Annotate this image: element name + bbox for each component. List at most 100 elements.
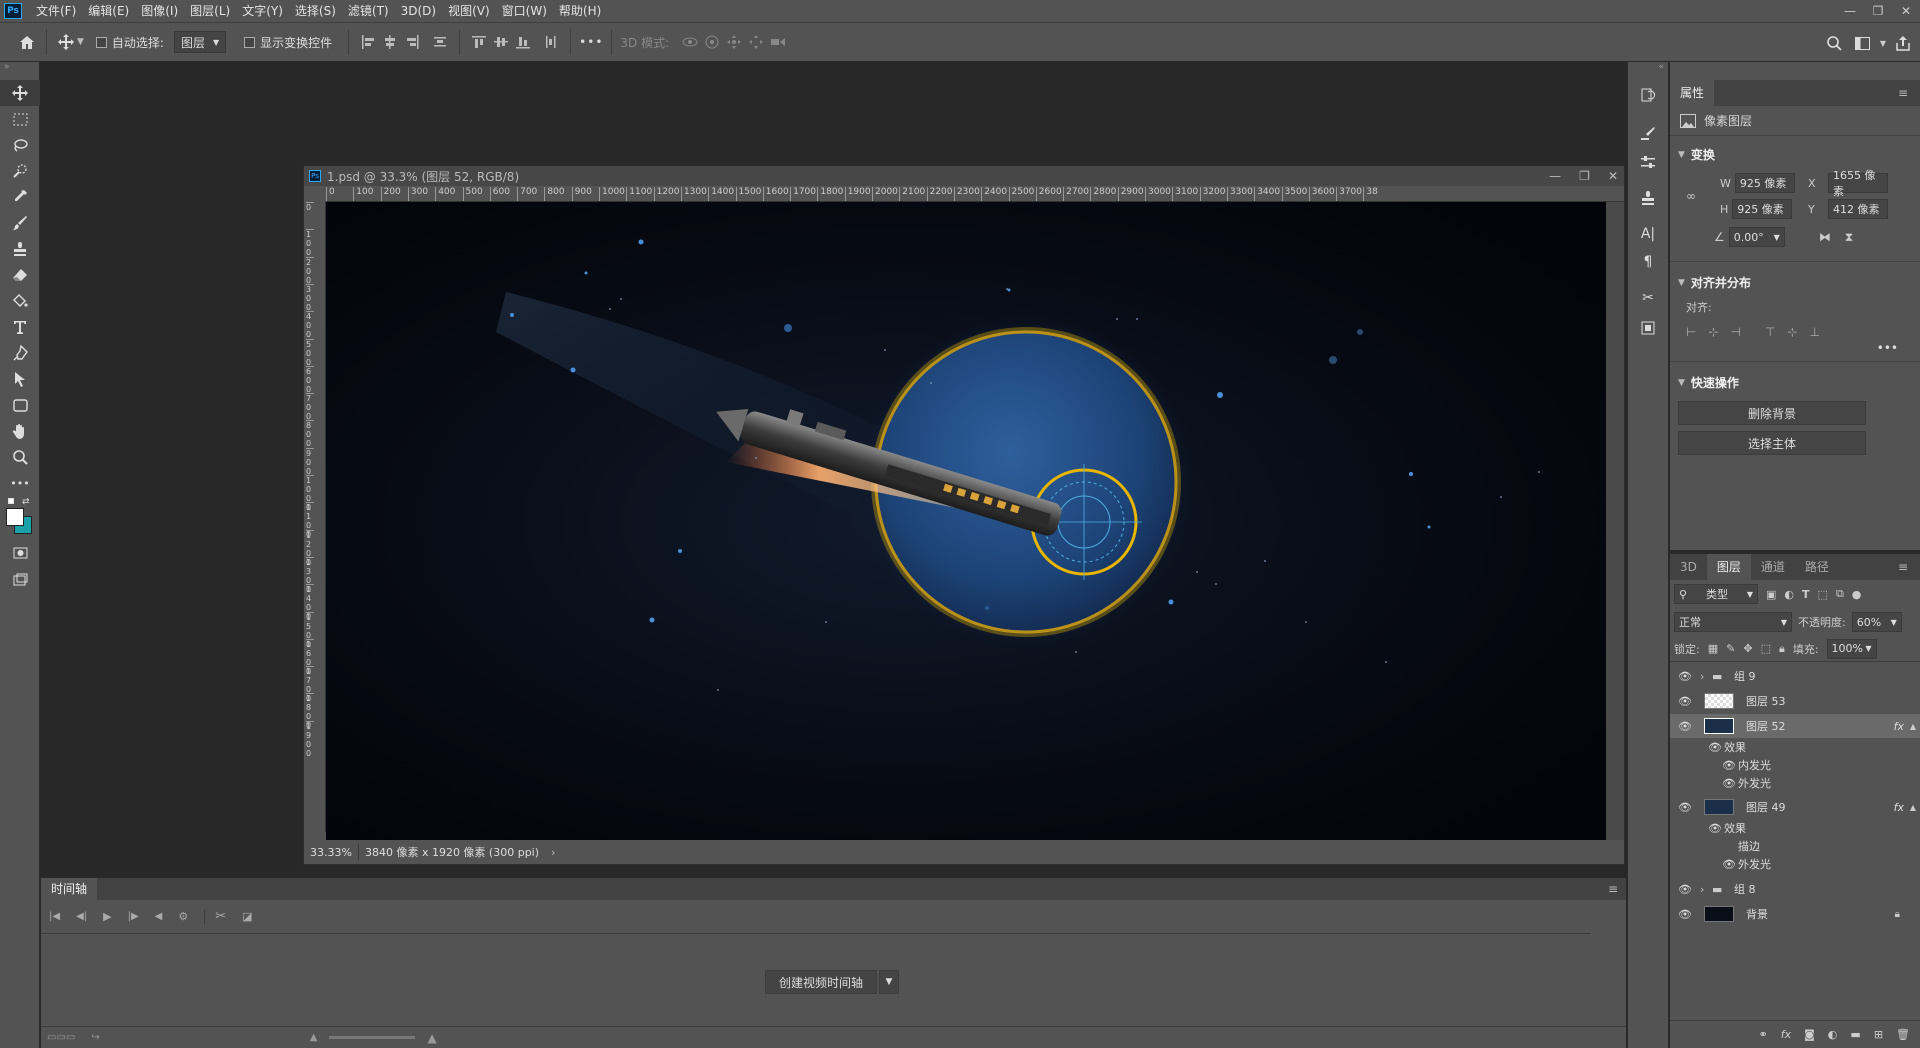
paragraph-icon[interactable]: ¶: [1628, 248, 1668, 276]
auto-select-dropdown[interactable]: 图层 ▼: [173, 31, 227, 53]
doc-close-button[interactable]: ✕: [1608, 166, 1618, 186]
play-icon[interactable]: ▶: [103, 910, 111, 923]
width-field[interactable]: 925 像素: [1734, 173, 1795, 193]
roll-3d-icon[interactable]: [701, 31, 723, 53]
quick-select-tool[interactable]: [0, 158, 40, 184]
blend-mode-dropdown[interactable]: 正常 ▼: [1674, 612, 1792, 632]
adjustments-icon[interactable]: [1628, 148, 1668, 176]
horizontal-ruler[interactable]: 0 100 200 300 400 500 600 700 800 900 1000 1100 1200…: [326, 186, 1624, 202]
menu-window[interactable]: 窗口(W): [496, 0, 553, 22]
tab-timeline[interactable]: 时间轴: [41, 878, 98, 900]
collapse-arrows-icon[interactable]: »: [0, 62, 39, 80]
tab-layers[interactable]: 图层: [1706, 554, 1751, 580]
hand-tool[interactable]: [0, 418, 40, 444]
menu-layer[interactable]: 图层(L): [184, 0, 236, 22]
split-scissors-icon[interactable]: ✂: [204, 909, 226, 924]
visibility-eye-icon[interactable]: 👁︎: [1722, 777, 1738, 790]
auto-select-checkbox[interactable]: 自动选择:: [95, 22, 164, 62]
brush-settings-icon[interactable]: [1628, 120, 1668, 148]
quick-actions-section-header[interactable]: ▼ 快速操作: [1678, 374, 1912, 391]
lock-transparent-icon[interactable]: ▦: [1708, 642, 1718, 655]
visibility-eye-icon[interactable]: 👁︎: [1670, 801, 1700, 814]
image-canvas[interactable]: [326, 202, 1606, 842]
remove-background-button[interactable]: 删除背景: [1678, 401, 1866, 425]
document-title-bar[interactable]: Ps 1.psd @ 33.3% (图层 52, RGB/8) — ❐ ✕: [304, 166, 1624, 186]
stamp-tool[interactable]: [0, 236, 40, 262]
filter-toggle-icon[interactable]: ●: [1852, 588, 1862, 601]
default-colors-icon[interactable]: [8, 498, 14, 504]
visibility-eye-icon[interactable]: 👁︎: [1670, 670, 1700, 683]
pen-tool[interactable]: [0, 340, 40, 366]
path-select-tool[interactable]: [0, 366, 40, 392]
slide-3d-icon[interactable]: [745, 31, 767, 53]
prev-frame-icon[interactable]: ◀|: [76, 911, 87, 922]
zoom-out-mountain-icon[interactable]: ▲: [310, 1032, 318, 1043]
show-transform-checkbox[interactable]: 显示变换控件: [244, 22, 332, 62]
more-options-button[interactable]: •••: [579, 35, 603, 49]
menu-3d[interactable]: 3D(D): [395, 0, 442, 22]
menu-select[interactable]: 选择(S): [289, 0, 342, 22]
transform-section-header[interactable]: ▼ 变换: [1678, 146, 1912, 163]
filter-adjustment-icon[interactable]: ◐: [1784, 588, 1794, 601]
link-layers-icon[interactable]: ⚭: [1759, 1028, 1768, 1041]
timeline-zoom-slider[interactable]: [329, 1036, 416, 1039]
align-middle-v-icon[interactable]: [490, 31, 512, 53]
menu-file[interactable]: 文件(F): [30, 0, 82, 22]
visibility-eye-icon[interactable]: 👁︎: [1722, 858, 1738, 871]
chevron-up-icon[interactable]: ▲: [1910, 803, 1916, 812]
minimize-button[interactable]: —: [1836, 0, 1864, 22]
history-icon[interactable]: [1628, 80, 1668, 110]
distribute-v-icon[interactable]: [540, 31, 562, 53]
document-size-info[interactable]: 3840 像素 x 1920 像素 (300 ppi): [357, 844, 545, 860]
fx-icon[interactable]: fx: [1894, 801, 1904, 814]
chevron-up-icon[interactable]: ▲: [1910, 722, 1916, 731]
workspace-icon[interactable]: [1852, 32, 1874, 54]
visibility-eye-icon[interactable]: 👁︎: [1670, 720, 1700, 733]
menu-image[interactable]: 图像(I): [135, 0, 184, 22]
flip-horizontal-icon[interactable]: ⧓: [1819, 230, 1831, 244]
fill-field[interactable]: 100% ▼: [1826, 638, 1877, 659]
settings-gear-icon[interactable]: ⚙: [178, 910, 188, 923]
filter-type-icon[interactable]: T: [1802, 588, 1810, 601]
eyedropper-tool[interactable]: [0, 184, 40, 210]
align-center-h-icon[interactable]: ⊹: [1708, 325, 1718, 339]
distribute-icon[interactable]: [429, 31, 451, 53]
align-bottom-icon[interactable]: ⊥: [1809, 325, 1819, 339]
go-first-frame-icon[interactable]: |◀: [49, 911, 60, 922]
align-section-header[interactable]: ▼ 对齐并分布: [1678, 274, 1912, 291]
zoom-tool[interactable]: [0, 444, 40, 470]
doc-restore-button[interactable]: ❐: [1579, 166, 1590, 186]
quick-mask-icon[interactable]: [0, 540, 40, 566]
y-field[interactable]: 412 像素: [1828, 199, 1888, 219]
next-frame-icon[interactable]: |▶: [128, 911, 139, 922]
filter-shape-icon[interactable]: ⬚: [1818, 588, 1828, 601]
render-arrow-icon[interactable]: ↪: [75, 1032, 99, 1043]
brush-tool[interactable]: [0, 210, 40, 236]
close-button[interactable]: ✕: [1892, 0, 1920, 22]
zoom-in-mountain-icon[interactable]: ▲: [427, 1031, 436, 1045]
layer-row-group-8[interactable]: 👁︎ › ▬ 组 8: [1670, 877, 1920, 901]
eraser-tool[interactable]: [0, 262, 40, 288]
align-top-icon[interactable]: [468, 31, 490, 53]
share-icon[interactable]: [1892, 32, 1914, 54]
angle-field[interactable]: 0.00° ▼: [1728, 227, 1785, 247]
new-group-icon[interactable]: ▬: [1850, 1028, 1860, 1041]
character-icon[interactable]: A|: [1628, 220, 1668, 248]
lock-artboard-icon[interactable]: ⬚: [1761, 642, 1771, 655]
visibility-eye-icon[interactable]: 👁︎: [1670, 883, 1700, 896]
layer-filter-dropdown[interactable]: ⚲ 类型 ▼: [1674, 584, 1758, 604]
lock-all-icon[interactable]: 🔒︎: [1779, 642, 1785, 656]
search-icon[interactable]: [1824, 32, 1846, 54]
layer-row-49[interactable]: 👁︎ 图层 49 fx ▲: [1670, 795, 1920, 819]
flip-vertical-icon[interactable]: ⧗: [1845, 230, 1853, 245]
screen-mode-icon[interactable]: [0, 566, 40, 592]
align-top-icon[interactable]: ⊤: [1765, 325, 1775, 339]
tool-presets-icon[interactable]: ✂: [1628, 284, 1668, 312]
align-right-icon[interactable]: [401, 31, 423, 53]
move-tool-icon[interactable]: [55, 31, 77, 53]
chevron-down-icon[interactable]: ▼: [77, 37, 84, 47]
filter-pixel-icon[interactable]: ▣: [1766, 588, 1776, 601]
fx-icon[interactable]: fx: [1894, 720, 1904, 733]
chevron-right-icon[interactable]: ›: [1700, 670, 1712, 683]
lock-pixels-icon[interactable]: ✎: [1726, 642, 1735, 655]
